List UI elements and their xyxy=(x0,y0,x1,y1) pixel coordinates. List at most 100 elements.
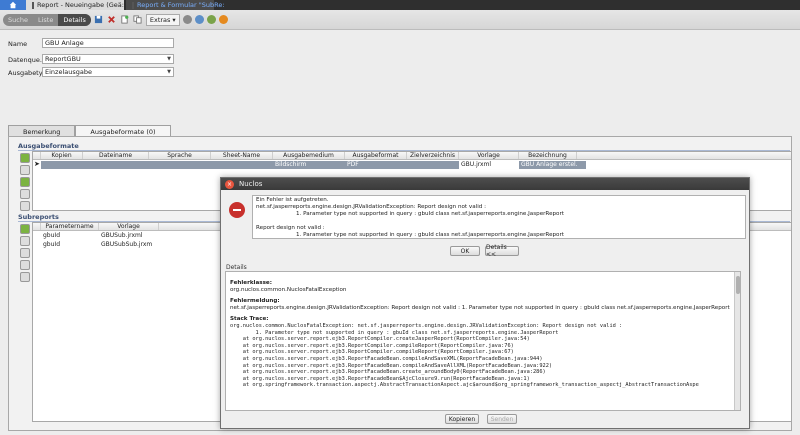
home-icon xyxy=(9,1,17,9)
view-details[interactable]: Details xyxy=(58,13,91,26)
ausgabetyp-label: Ausgabetyp xyxy=(8,69,47,77)
add-row-icon[interactable] xyxy=(20,224,30,234)
details-textarea[interactable]: Fehlerklasse: org.nuclos.common.NuclosFa… xyxy=(225,271,741,411)
table-cell xyxy=(83,161,149,169)
table-cell xyxy=(41,161,83,169)
toolbar: Suche Liste Details Extras ▾ xyxy=(0,10,800,30)
table-cell: Bildschirm xyxy=(275,161,307,168)
fehlerklasse-value: org.nuclos.common.NuclosFatalException xyxy=(230,287,347,293)
column-header[interactable]: Bezeichnung xyxy=(519,152,577,159)
column-header[interactable]: Parametername xyxy=(41,223,99,230)
view-suche[interactable]: Suche xyxy=(3,14,33,26)
column-header[interactable]: Kopien xyxy=(41,152,83,159)
stacktrace-line: at org.nuclos.server.report.ejb3.ReportC… xyxy=(230,342,514,349)
table-cell xyxy=(149,161,211,169)
table-cell: GBU Anlage erstel... xyxy=(521,161,577,168)
save-icon[interactable] xyxy=(94,15,104,25)
view-switcher: Suche Liste Details xyxy=(3,13,91,26)
table-cell xyxy=(407,161,459,169)
refresh-icon[interactable] xyxy=(206,15,216,24)
chevron-down-icon: ▼ xyxy=(167,56,171,62)
filter-icon[interactable] xyxy=(20,201,30,211)
datenquelle-label: Datenque... xyxy=(8,56,47,64)
error-msg: Report design not valid : xyxy=(256,225,325,231)
document-icon xyxy=(132,1,134,9)
scissors-icon[interactable] xyxy=(20,272,30,282)
ausgabeformate-toolbar xyxy=(18,151,32,213)
stacktrace-line: at org.nuclos.server.report.ejb3.ReportC… xyxy=(230,336,530,343)
kopieren-button[interactable]: Kopieren xyxy=(445,414,479,424)
dialog-title: Nuclos xyxy=(239,180,263,188)
tab-report-neueingabe[interactable]: Report - Neueingabe (Geä: xyxy=(26,0,124,10)
stacktrace-line: at org.nuclos.server.report.ejb3.ReportF… xyxy=(230,375,530,382)
error-msg: 1. Parameter type not supported in query… xyxy=(296,211,564,217)
column-header[interactable]: Dateiname xyxy=(83,152,149,159)
error-icon xyxy=(229,202,245,218)
column-header[interactable]: Vorlage xyxy=(99,223,159,230)
globe-icon[interactable] xyxy=(194,15,204,24)
column-header[interactable]: Ausgabeformat xyxy=(345,152,407,159)
datenquelle-select[interactable]: ReportGBU ▼ xyxy=(42,54,174,64)
table-cell: gbuId xyxy=(43,232,60,239)
table-cell xyxy=(211,161,273,169)
current-row-arrow-icon: ➤ xyxy=(34,160,40,168)
ausgabetyp-value: Einzelausgabe xyxy=(45,68,92,76)
fehlerklasse-label: Fehlerklasse: xyxy=(230,280,272,286)
home-button[interactable] xyxy=(0,0,26,10)
table-row[interactable]: gbuId GBUSub.jrxml xyxy=(41,232,159,240)
row-header-cell xyxy=(33,223,41,230)
delete-icon[interactable] xyxy=(107,15,117,25)
remove-row-icon[interactable] xyxy=(20,165,30,175)
column-header[interactable]: Sprache xyxy=(149,152,211,159)
name-label: Name xyxy=(8,40,28,48)
close-icon[interactable]: × xyxy=(225,179,234,189)
ok-button[interactable]: OK xyxy=(450,246,480,256)
fehlermeldung-value: net.sf.jasperreports.engine.design.JRVal… xyxy=(230,305,730,311)
column-header[interactable]: Sheet-Name xyxy=(211,152,273,159)
error-dialog: × Nuclos Ein Fehler ist aufgetreten. net… xyxy=(220,177,750,429)
remove-row-icon[interactable] xyxy=(20,236,30,246)
table-cell: GBUSubSub.jrxm xyxy=(101,241,153,248)
column-header[interactable]: Ausgabemedium xyxy=(273,152,345,159)
sort-icon[interactable] xyxy=(20,189,30,199)
chevron-down-icon: ▼ xyxy=(167,69,171,75)
table-header: Kopien Dateiname Sprache Sheet-Name Ausg… xyxy=(33,152,791,160)
stacktrace-line: 1. Parameter type not supported in query… xyxy=(230,329,559,336)
new-document-icon[interactable] xyxy=(120,15,130,25)
stacktrace-line: at org.nuclos.server.report.ejb3.ReportF… xyxy=(230,355,543,362)
vertical-scrollbar[interactable] xyxy=(734,272,740,410)
clone-row-icon[interactable] xyxy=(20,248,30,258)
name-input[interactable]: GBU Anlage xyxy=(42,38,174,48)
document-icon xyxy=(32,1,34,9)
history-icon[interactable] xyxy=(182,15,192,24)
tab-label: Report - Neueingabe (Geä: xyxy=(37,1,124,9)
error-msg: 1. Parameter type not supported in query… xyxy=(296,232,564,238)
ausgabetyp-select[interactable]: Einzelausgabe ▼ xyxy=(42,67,174,77)
tab-report-formular[interactable]: Report & Formular "SubRe: xyxy=(126,0,225,10)
stacktrace-line: at org.nuclos.server.report.ejb3.ReportC… xyxy=(230,349,514,356)
add-row-icon[interactable] xyxy=(20,153,30,163)
dialog-titlebar: × Nuclos xyxy=(221,178,749,190)
filter-icon[interactable] xyxy=(20,260,30,270)
extras-label: Extras xyxy=(149,15,171,24)
stacktrace-line: org.nuclos.common.NuclosFatalException: … xyxy=(230,323,623,329)
clone-icon[interactable] xyxy=(133,15,143,25)
extras-button[interactable]: Extras ▾ xyxy=(145,13,180,26)
table-row[interactable]: gbuId GBUSubSub.jrxm xyxy=(41,241,159,249)
view-liste[interactable]: Liste xyxy=(33,14,58,26)
senden-button[interactable]: Senden xyxy=(487,414,517,424)
ausgabeformate-title: Ausgabeformate xyxy=(18,142,79,150)
chevron-down-icon: ▾ xyxy=(172,15,176,24)
execute-icon[interactable] xyxy=(218,15,228,24)
column-header[interactable]: Vorlage xyxy=(459,152,519,159)
details-toggle-button[interactable]: Details << xyxy=(485,244,519,258)
table-cell: PDF xyxy=(347,161,359,168)
table-row[interactable]: Bildschirm PDF GBU.jrxml GBU Anlage erst… xyxy=(41,161,586,169)
error-msg: net.sf.jasperreports.engine.design.JRVal… xyxy=(256,204,486,210)
refresh-icon[interactable] xyxy=(20,177,30,187)
fehlermeldung-label: Fehlermeldung: xyxy=(230,298,280,304)
scrollbar-thumb[interactable] xyxy=(736,276,740,294)
error-msg: Ein Fehler ist aufgetreten. xyxy=(256,197,329,203)
column-header[interactable]: Zielverzeichnis xyxy=(407,152,459,159)
